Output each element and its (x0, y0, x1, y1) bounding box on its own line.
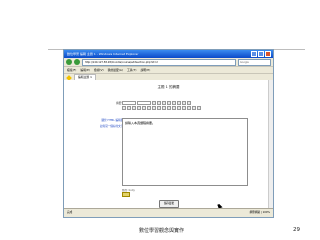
align-center-icon[interactable] (127, 106, 131, 110)
summary-editor[interactable]: 請輸入本週課程摘要。 (122, 118, 248, 186)
superscript-icon[interactable] (177, 101, 181, 105)
align-right-icon[interactable] (132, 106, 136, 110)
menu-bar: 檔案(F) 編輯(E) 檢視(V) 我的最愛(A) 工具(T) 說明(H) (64, 67, 273, 74)
status-right: 網際網路 | 100% (249, 211, 270, 214)
table-icon[interactable] (187, 106, 191, 110)
editor-toolbar-row-2 (122, 106, 201, 110)
italic-icon[interactable] (157, 101, 161, 105)
resize-handle[interactable] (122, 192, 130, 197)
slide-footer: 數位學習觀念與實作 (139, 228, 185, 234)
redo-icon[interactable] (187, 101, 191, 105)
window-titlebar: 數位學習 編輯 主題 1 - Windows Internet Explorer (64, 50, 273, 58)
page-content: 主題 1 的摘要 摘要: 關於 HTML 編輯器 如何寫一個好的文字 請輸入本週… (64, 80, 273, 209)
indent-icon[interactable] (157, 106, 161, 110)
justify-icon[interactable] (137, 106, 141, 110)
menu-edit[interactable]: 編輯(E) (80, 67, 90, 73)
smiley-icon[interactable] (192, 106, 196, 110)
editor-toolbar-row-1 (122, 101, 191, 105)
editor-text: 請輸入本週課程摘要。 (125, 121, 156, 125)
outdent-icon[interactable] (152, 106, 156, 110)
status-left: 完成 (67, 211, 73, 214)
minimize-button[interactable] (251, 51, 257, 57)
forward-icon[interactable] (74, 59, 80, 65)
align-left-icon[interactable] (122, 106, 126, 110)
subscript-icon[interactable] (172, 101, 176, 105)
back-icon[interactable] (66, 59, 72, 65)
undo-icon[interactable] (182, 101, 186, 105)
underline-icon[interactable] (162, 101, 166, 105)
bold-icon[interactable] (152, 101, 156, 105)
text-color-icon[interactable] (162, 106, 166, 110)
menu-file[interactable]: 檔案(F) (67, 67, 76, 73)
menu-favorites[interactable]: 我的最愛(A) (108, 67, 123, 73)
save-changes-button[interactable]: 儲存變更 (159, 200, 179, 208)
close-button[interactable] (265, 51, 271, 57)
image-icon[interactable] (182, 106, 186, 110)
menu-help[interactable]: 說明(H) (140, 67, 150, 73)
search-input[interactable]: Google (238, 58, 271, 66)
fullscreen-icon[interactable] (197, 106, 201, 110)
link-icon[interactable] (172, 106, 176, 110)
strike-icon[interactable] (167, 101, 171, 105)
address-row: http://140.127.58.28/moodle/course/edits… (64, 58, 273, 67)
ordered-list-icon[interactable] (142, 106, 146, 110)
bg-color-icon[interactable] (167, 106, 171, 110)
window-controls (251, 51, 271, 57)
unordered-list-icon[interactable] (147, 106, 151, 110)
browser-window: 數位學習 編輯 主題 1 - Windows Internet Explorer… (63, 49, 274, 218)
size-select[interactable] (137, 101, 151, 105)
page-title: 主題 1 的摘要 (157, 85, 180, 89)
status-bar: 完成 網際網路 | 100% (64, 208, 273, 217)
menu-view[interactable]: 檢視(V) (94, 67, 104, 73)
font-select[interactable] (122, 101, 136, 105)
slide-page-number: 29 (293, 227, 300, 233)
vertical-scrollbar[interactable] (268, 80, 273, 209)
maximize-button[interactable] (258, 51, 264, 57)
address-bar[interactable]: http://140.127.58.28/moodle/course/edits… (82, 58, 236, 66)
menu-tools[interactable]: 工具(T) (127, 67, 137, 73)
window-title: 數位學習 編輯 主題 1 - Windows Internet Explorer (67, 52, 139, 56)
unlink-icon[interactable] (177, 106, 181, 110)
